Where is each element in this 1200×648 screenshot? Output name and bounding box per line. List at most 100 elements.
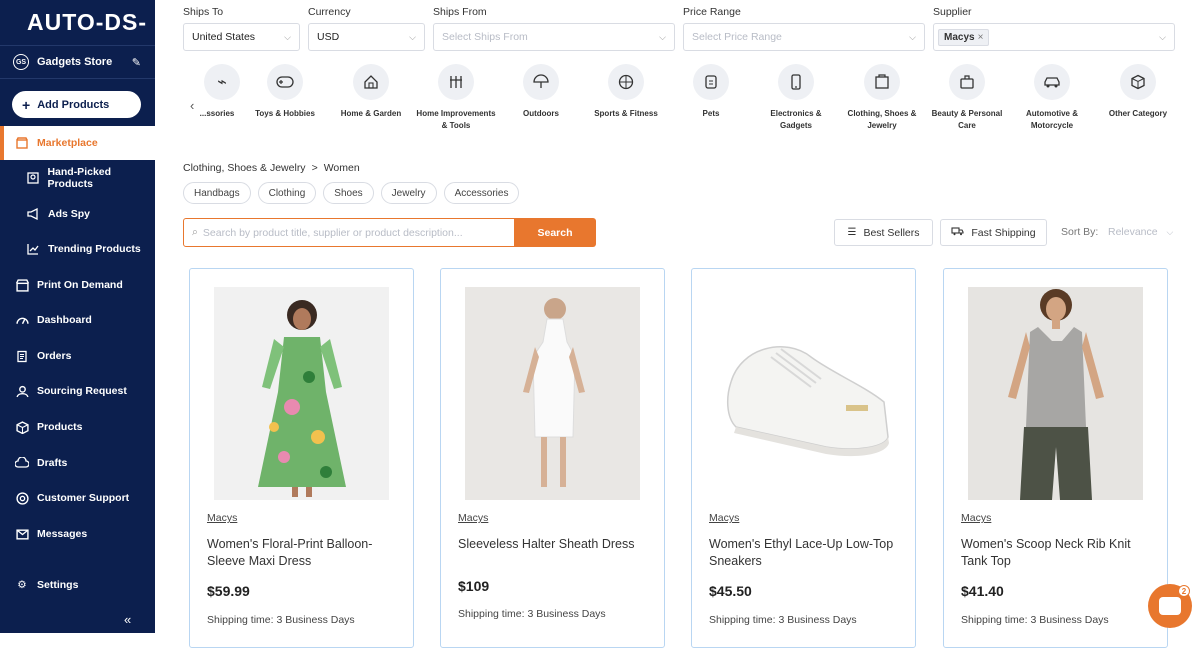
product-card[interactable]: Macys Women's Scoop Neck Rib Knit Tank T… (943, 268, 1168, 648)
category-home-garden[interactable]: Home & Garden (329, 64, 413, 120)
add-products-button[interactable]: + Add Products (12, 91, 141, 118)
ships-from-select[interactable]: Select Ships From ⌵ (433, 23, 675, 51)
chevron-down-icon: ⌵ (1166, 227, 1174, 237)
store-name: Gadgets Store (37, 56, 113, 68)
currency-select[interactable]: USD ⌵ (308, 23, 425, 51)
car-icon (1034, 64, 1070, 100)
sidebar: AUTO-DS- GS Gadgets Store ✎ + Add Produc… (0, 0, 155, 633)
product-card[interactable]: Macys Women's Floral-Print Balloon-Sleev… (189, 268, 414, 648)
sidebar-item-hand-picked[interactable]: Hand-Picked Products (0, 161, 155, 195)
best-sellers-button[interactable]: ☰ Best Sellers (834, 219, 933, 246)
sidebar-item-dashboard[interactable]: Dashboard (0, 303, 155, 337)
sidebar-item-label: Settings (37, 579, 79, 591)
price-range-select[interactable]: Select Price Range ⌵ (683, 23, 925, 51)
product-card[interactable]: Macys Sleeveless Halter Sheath Dress $10… (440, 268, 665, 648)
sidebar-item-orders[interactable]: Orders (0, 339, 155, 373)
category-beauty[interactable]: Beauty & Personal Care (925, 64, 1009, 132)
sidebar-item-sourcing-request[interactable]: Sourcing Request (0, 374, 155, 408)
sidebar-item-settings[interactable]: ⚙ Settings (0, 568, 155, 602)
product-image[interactable] (716, 287, 891, 500)
product-title[interactable]: Women's Ethyl Lace-Up Low-Top Sneakers (709, 536, 904, 570)
price-range-placeholder: Select Price Range (692, 31, 782, 43)
sidebar-item-products[interactable]: Products (0, 410, 155, 444)
category-sports-fitness[interactable]: Sports & Fitness (584, 64, 668, 120)
breadcrumb-parent[interactable]: Clothing, Shoes & Jewelry (183, 162, 306, 174)
sidebar-item-messages[interactable]: Messages (0, 517, 155, 551)
product-title[interactable]: Women's Floral-Print Balloon-Sleeve Maxi… (207, 536, 402, 570)
category-clothing[interactable]: Clothing, Shoes & Jewelry (840, 64, 924, 132)
sidebar-item-trending[interactable]: Trending Products (0, 232, 155, 266)
store-selector[interactable]: GS Gadgets Store ✎ (0, 46, 155, 79)
chat-button[interactable]: 2 (1148, 584, 1192, 628)
category-home-improvements[interactable]: Home Improvements & Tools (414, 64, 498, 132)
ships-to-label: Ships To (183, 6, 224, 18)
product-title[interactable]: Women's Scoop Neck Rib Knit Tank Top (961, 536, 1156, 570)
category-electronics[interactable]: Electronics & Gadgets (754, 64, 838, 132)
breadcrumb-current: Women (323, 162, 360, 174)
sidebar-item-marketplace[interactable]: Marketplace (0, 126, 155, 160)
product-image[interactable] (214, 287, 389, 500)
sort-select[interactable]: Relevance ⌵ (1108, 226, 1173, 238)
category-accessories[interactable]: ⌁ ...ssories (164, 64, 248, 120)
pencil-icon[interactable]: ✎ (132, 56, 141, 69)
product-image[interactable] (968, 287, 1143, 500)
hand-picked-icon (26, 171, 39, 185)
product-shipping: Shipping time: 3 Business Days (458, 608, 606, 620)
chat-count-badge: 2 (1178, 585, 1190, 597)
search-button[interactable]: Search (514, 218, 596, 247)
product-title[interactable]: Sleeveless Halter Sheath Dress (458, 536, 653, 553)
product-supplier[interactable]: Macys (709, 512, 739, 524)
chevron-down-icon: ⌵ (284, 32, 291, 42)
category-label: Home & Garden (340, 109, 402, 118)
document-icon (15, 349, 29, 363)
remove-tag-icon[interactable]: × (978, 32, 984, 43)
sidebar-item-customer-support[interactable]: Customer Support (0, 481, 155, 515)
sidebar-item-label: Products (37, 421, 83, 433)
category-label: Other Category (1108, 109, 1168, 118)
list-icon: ☰ (847, 227, 857, 238)
store-badge: GS (13, 54, 29, 70)
category-outdoors[interactable]: Outdoors (499, 64, 583, 120)
chip-handbags[interactable]: Handbags (183, 182, 251, 204)
ships-to-select[interactable]: United States ⌵ (183, 23, 300, 51)
gamepad-icon (267, 64, 303, 100)
apparel-icon (864, 64, 900, 100)
product-price: $45.50 (709, 583, 752, 599)
search-icon: ⌕ (192, 226, 198, 238)
product-supplier[interactable]: Macys (961, 512, 991, 524)
price-range-label: Price Range (683, 6, 741, 18)
currency-label: Currency (308, 6, 351, 18)
sidebar-item-label: Ads Spy (48, 208, 91, 220)
sidebar-item-ads-spy[interactable]: Ads Spy (0, 197, 155, 231)
product-supplier[interactable]: Macys (458, 512, 488, 524)
category-label: Electronics & Gadgets (770, 109, 822, 130)
category-pets[interactable]: Pets (669, 64, 753, 120)
category-other[interactable]: Other Category (1096, 64, 1180, 120)
category-toys-hobbies[interactable]: Toys & Hobbies (243, 64, 327, 120)
ships-to-value: United States (192, 31, 256, 43)
sidebar-item-drafts[interactable]: Drafts (0, 446, 155, 480)
subcategory-chips: Handbags Clothing Shoes Jewelry Accessor… (183, 182, 520, 204)
product-shipping: Shipping time: 3 Business Days (961, 614, 1109, 626)
category-automotive[interactable]: Automotive & Motorcycle (1010, 64, 1094, 132)
search-input[interactable]: ⌕ Search by product title, supplier or p… (183, 218, 515, 247)
store-icon (15, 136, 29, 150)
chip-accessories[interactable]: Accessories (443, 182, 520, 204)
chip-clothing[interactable]: Clothing (257, 182, 317, 204)
sidebar-item-print-on-demand[interactable]: Print On Demand (0, 268, 155, 302)
chevron-down-icon: ⌵ (659, 32, 666, 42)
product-supplier[interactable]: Macys (207, 512, 237, 524)
chip-shoes[interactable]: Shoes (323, 182, 374, 204)
supplier-select[interactable]: Macys × ⌵ (933, 23, 1175, 51)
chevron-left-icon[interactable]: ‹ (190, 98, 194, 113)
product-card[interactable]: Macys Women's Ethyl Lace-Up Low-Top Snea… (691, 268, 916, 648)
app-logo[interactable]: AUTO-DS- (0, 0, 155, 46)
umbrella-icon (523, 64, 559, 100)
chip-jewelry[interactable]: Jewelry (380, 182, 437, 204)
cube-icon (1120, 64, 1156, 100)
product-image[interactable] (465, 287, 640, 500)
fast-shipping-button[interactable]: Fast Shipping (940, 219, 1047, 246)
box-icon (15, 420, 29, 434)
collapse-sidebar-icon[interactable]: « (124, 612, 131, 627)
category-label: Home Improvements & Tools (416, 109, 496, 130)
